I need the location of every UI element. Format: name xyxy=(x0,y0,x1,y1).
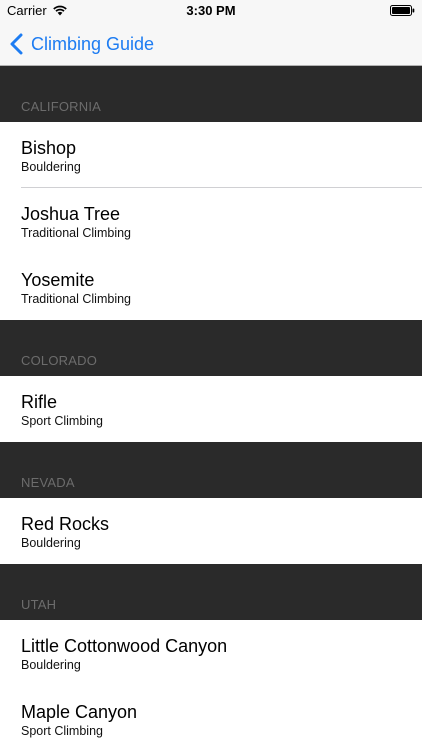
list-item-title: Rifle xyxy=(21,392,58,412)
section-header-label: NEVADA xyxy=(21,475,75,490)
list-item-joshua-tree[interactable]: Joshua Tree Traditional Climbing xyxy=(0,188,422,254)
list-item-subtitle: Sport Climbing xyxy=(21,724,103,738)
list-item-title: Joshua Tree xyxy=(21,204,121,224)
section-header-label: COLORADO xyxy=(21,353,98,368)
list-item-title: Yosemite xyxy=(21,270,95,290)
list-item-subtitle: Traditional Climbing xyxy=(21,226,131,240)
location-list: CALIFORNIA Bishop Bouldering Joshua Tree… xyxy=(0,66,422,752)
section-header-label: CALIFORNIA xyxy=(21,99,102,114)
list-item-rifle[interactable]: Rifle Sport Climbing xyxy=(0,376,422,442)
list-item-subtitle: Bouldering xyxy=(21,536,81,550)
list-item-title: Little Cottonwood Canyon xyxy=(21,636,228,656)
list-item-subtitle: Traditional Climbing xyxy=(21,292,131,306)
status-bar: Carrier 3:30 PM xyxy=(0,0,422,22)
section-header-label: UTAH xyxy=(21,597,57,612)
back-button[interactable]: Climbing Guide xyxy=(10,22,154,66)
list-item-red-rocks[interactable]: Red Rocks Bouldering xyxy=(0,498,422,564)
list-item-little-cottonwood-canyon[interactable]: Little Cottonwood Canyon Bouldering xyxy=(0,620,422,686)
list-item-title: Bishop xyxy=(21,138,77,158)
status-time: 3:30 PM xyxy=(186,3,236,18)
list-item-title: Red Rocks xyxy=(21,514,110,534)
navigation-bar: Climbing Guide xyxy=(0,22,422,66)
list-item-subtitle: Sport Climbing xyxy=(21,414,103,428)
back-button-label: Climbing Guide xyxy=(31,33,155,54)
list-item-subtitle: Bouldering xyxy=(21,160,81,174)
list-item-maple-canyon[interactable]: Maple Canyon Sport Climbing xyxy=(0,686,422,752)
list-item-yosemite[interactable]: Yosemite Traditional Climbing xyxy=(0,254,422,320)
section-header-nevada: NEVADA xyxy=(0,442,422,498)
section-header-colorado: COLORADO xyxy=(0,320,422,376)
section-header-utah: UTAH xyxy=(0,564,422,620)
battery-icon xyxy=(390,5,415,16)
list-item-bishop[interactable]: Bishop Bouldering xyxy=(0,122,422,188)
list-item-subtitle: Bouldering xyxy=(21,658,81,672)
chevron-left-icon xyxy=(10,33,23,55)
section-header-california: CALIFORNIA xyxy=(0,66,422,122)
list-item-title: Maple Canyon xyxy=(21,702,138,722)
